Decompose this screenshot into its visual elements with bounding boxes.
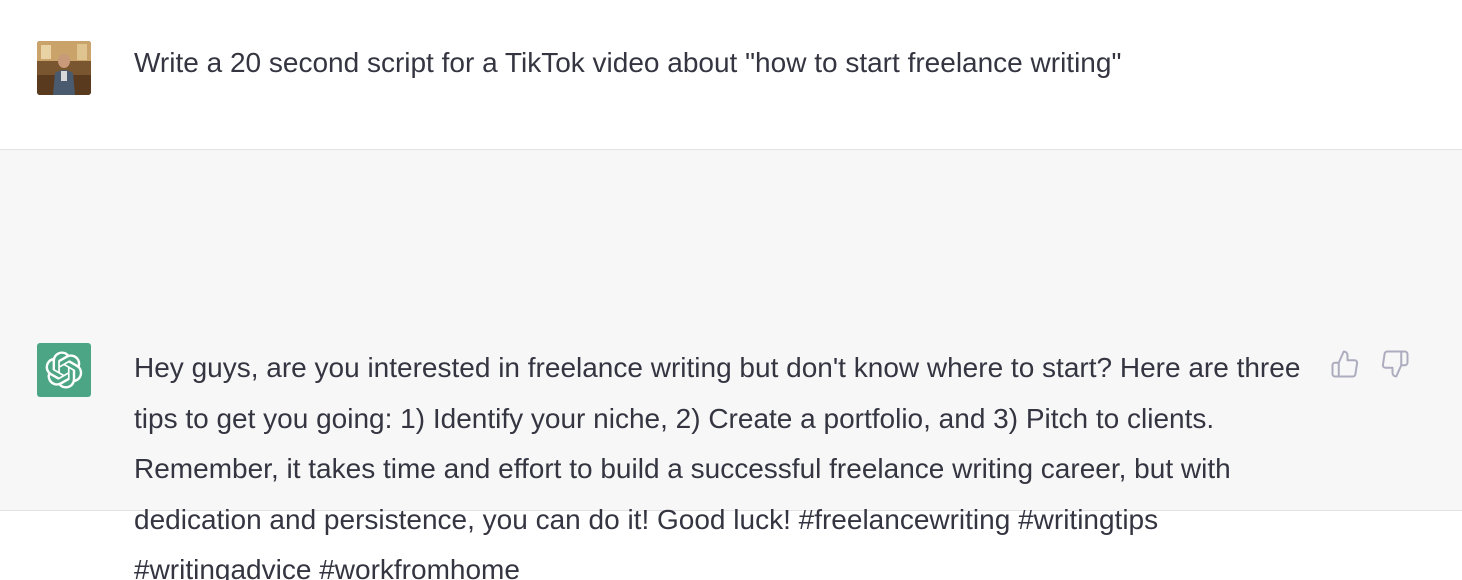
assistant-message-text: Hey guys, are you interested in freelanc… (134, 352, 1301, 580)
user-photo-avatar (37, 41, 91, 95)
user-message: Write a 20 second script for a TikTok vi… (0, 0, 1462, 150)
assistant-avatar (37, 343, 91, 397)
openai-logo-icon (45, 351, 83, 389)
assistant-message: Hey guys, are you interested in freelanc… (0, 150, 1462, 580)
thumbs-down-icon (1381, 350, 1409, 378)
thumbs-up-button[interactable] (1330, 349, 1360, 379)
user-avatar (37, 41, 91, 95)
thumbs-up-icon (1331, 350, 1359, 378)
thumbs-down-button[interactable] (1380, 349, 1410, 379)
user-message-text: Write a 20 second script for a TikTok vi… (134, 47, 1122, 78)
conversation-thread: Write a 20 second script for a TikTok vi… (0, 0, 1462, 580)
